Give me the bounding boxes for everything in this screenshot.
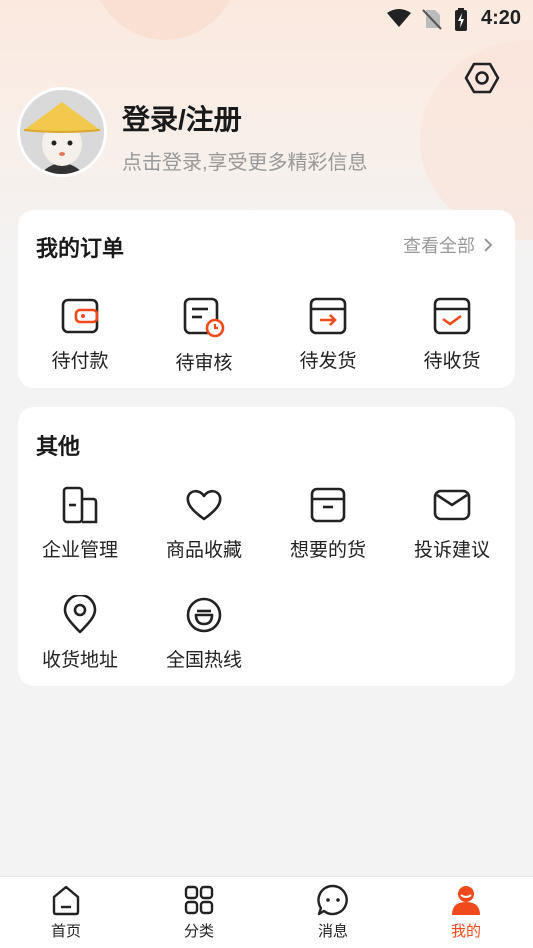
other-item-label: 投诉建议 [413, 540, 490, 561]
grid-icon [184, 885, 214, 915]
wallet-icon [61, 298, 99, 334]
chat-icon [317, 884, 348, 916]
other-card: 其他 企业管理 商品收藏 想要的货 投诉建议 收货地址 全国热线 [18, 407, 515, 686]
building-icon [62, 486, 98, 524]
tab-label: 首页 [50, 923, 81, 940]
review-clock-icon [183, 297, 225, 338]
status-time: 4:20 [480, 7, 521, 29]
avatar-farmer-icon [20, 90, 104, 174]
order-pending-review[interactable]: 待审核 [142, 296, 266, 375]
order-item-label: 待付款 [51, 351, 109, 372]
chevron-right-icon [484, 238, 493, 252]
location-pin-icon [63, 595, 97, 634]
order-pending-payment[interactable]: 待付款 [18, 296, 142, 373]
other-complaints-suggestions[interactable]: 投诉建议 [390, 485, 514, 562]
orders-card: 我的订单 查看全部 待付款 待审核 待发货 待收货 [18, 210, 515, 388]
order-item-label: 待审核 [175, 353, 233, 374]
envelope-icon [433, 489, 471, 521]
no-sim-icon [422, 9, 442, 30]
avatar[interactable] [17, 87, 107, 177]
login-subtitle: 点击登录,享受更多精彩信息 [122, 152, 368, 174]
heart-icon [186, 489, 222, 521]
tab-category[interactable]: 分类 [149, 883, 249, 941]
tab-label: 消息 [317, 923, 348, 940]
tab-home[interactable]: 首页 [16, 883, 116, 941]
settings-icon[interactable] [462, 58, 502, 98]
bottom-tab-bar: 首页 分类 消息 我的 [0, 876, 533, 948]
wifi-icon [387, 9, 411, 27]
view-all-label: 查看全部 [403, 236, 475, 256]
order-item-label: 待发货 [299, 351, 357, 372]
other-wanted-goods[interactable]: 想要的货 [266, 485, 390, 562]
order-pending-shipment[interactable]: 待发货 [266, 296, 390, 373]
archive-box-icon [310, 487, 346, 523]
other-item-label: 全国热线 [165, 650, 242, 671]
tab-label: 分类 [183, 923, 214, 940]
other-item-label: 商品收藏 [165, 540, 242, 561]
other-item-label: 收货地址 [41, 650, 118, 671]
view-all-orders-link[interactable]: 查看全部 [403, 232, 493, 258]
other-shipping-address[interactable]: 收货地址 [18, 595, 142, 672]
box-arrow-icon [309, 297, 347, 335]
battery-icon [455, 8, 467, 31]
orders-title: 我的订单 [36, 236, 125, 261]
box-check-icon [433, 297, 471, 335]
order-item-label: 待收货 [423, 351, 481, 372]
login-register-title[interactable]: 登录/注册 [122, 98, 242, 138]
other-title: 其他 [36, 434, 81, 459]
other-enterprise-management[interactable]: 企业管理 [18, 485, 142, 562]
tab-messages[interactable]: 消息 [283, 883, 383, 941]
hotline-face-icon [186, 597, 222, 633]
other-national-hotline[interactable]: 全国热线 [142, 595, 266, 672]
user-icon [452, 886, 480, 915]
status-bar: 4:20 [0, 0, 533, 36]
home-icon [52, 885, 80, 916]
order-pending-receipt[interactable]: 待收货 [390, 296, 514, 373]
other-item-label: 想要的货 [289, 540, 366, 561]
other-item-label: 企业管理 [41, 540, 118, 561]
tab-mine[interactable]: 我的 [416, 883, 516, 941]
other-favorites[interactable]: 商品收藏 [142, 485, 266, 562]
tab-label: 我的 [450, 923, 481, 940]
